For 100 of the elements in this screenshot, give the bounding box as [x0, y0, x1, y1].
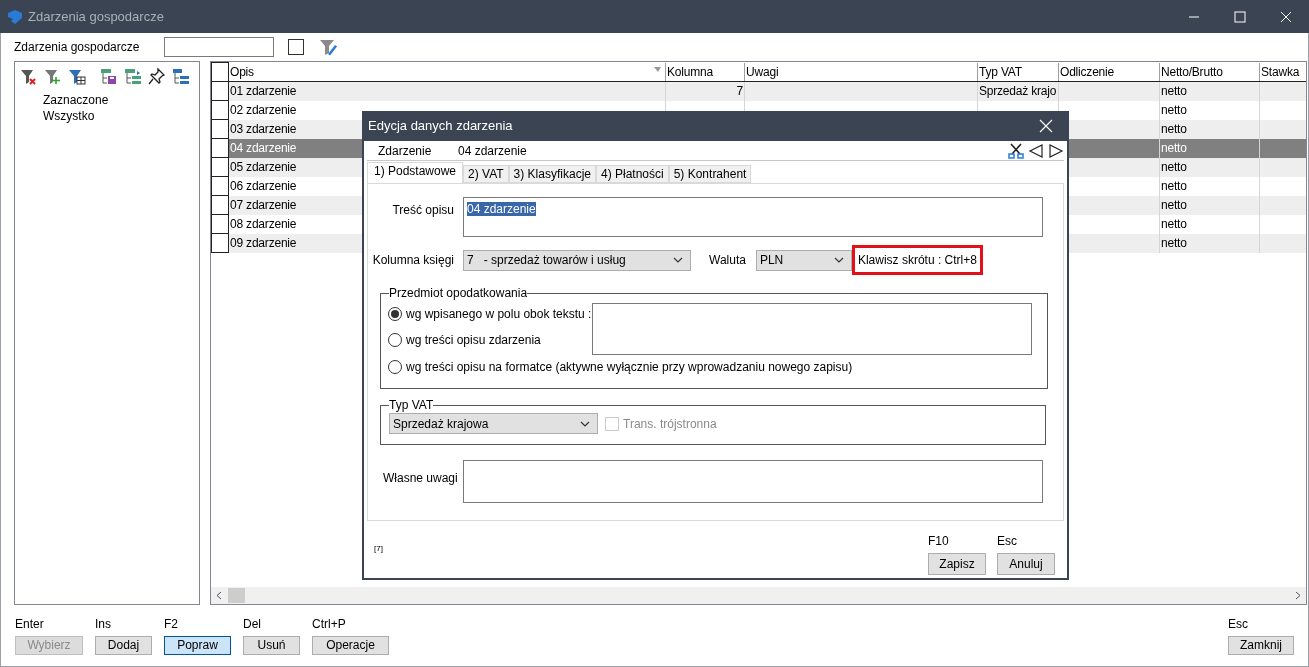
table-cell: 05 zdarzenie [230, 160, 297, 174]
filter-input[interactable] [164, 37, 274, 57]
table-cell: 08 zdarzenie [230, 217, 297, 231]
maximize-icon[interactable] [1234, 10, 1246, 23]
table-cell: 09 zdarzenie [230, 236, 297, 250]
column-header[interactable]: Odliczenie [1058, 62, 1160, 82]
table-row[interactable]: 01 zdarzenie 7 Sprzedaż krajo netto [211, 81, 1306, 101]
radio-label: wg wpisanego w polu obok tekstu : [406, 306, 592, 323]
table-cell: 01 zdarzenie [230, 84, 297, 99]
tree-swap-icon[interactable] [124, 68, 142, 85]
table-cell: netto [1161, 103, 1187, 117]
filter-remove-icon[interactable] [20, 68, 38, 85]
radio-label: wg treści opisu zdarzenia [406, 332, 541, 349]
previous-icon[interactable] [1028, 142, 1044, 159]
table-cell: netto [1161, 179, 1187, 193]
close-icon[interactable] [1280, 10, 1292, 23]
shortcut-key: Esc [997, 532, 1055, 550]
description-field[interactable]: 04 zdarzenie [463, 197, 1043, 237]
record-label: Zdarzenie [378, 142, 433, 160]
tab[interactable]: 2) VAT [463, 165, 509, 183]
filter-checkbox[interactable] [288, 39, 304, 55]
scissors-icon[interactable] [1008, 142, 1024, 159]
action-button[interactable]: Usuń [243, 636, 300, 655]
app-icon [6, 8, 24, 25]
checkbox-label: Trans. trójstronna [623, 415, 717, 433]
filter-edit-icon[interactable] [319, 38, 337, 56]
tab[interactable]: 1) Podstawowe [367, 162, 464, 183]
footer-marker: [7] [374, 543, 383, 555]
dialog-button[interactable]: Anuluj [997, 553, 1055, 575]
taxation-text-field[interactable] [592, 303, 1032, 355]
field-label: Własne uwagi [382, 470, 459, 487]
column-label: Uwagi [746, 64, 779, 79]
dialog-button[interactable]: Zapisz [928, 553, 986, 575]
table-cell: 02 zdarzenie [230, 103, 297, 117]
table-cell: netto [1161, 160, 1187, 174]
column-label: Kolumna [667, 64, 713, 79]
tree-save-icon[interactable] [100, 68, 118, 85]
column-header[interactable]: Opis [228, 62, 666, 82]
tab[interactable]: 3) Klasyfikacje [508, 165, 596, 183]
column-label: Stawka [1261, 64, 1300, 79]
shortcut-key: Ctrl+P [312, 615, 389, 633]
shortcut-key: Ins [95, 615, 152, 633]
radio-button[interactable] [388, 360, 402, 374]
column-header[interactable]: Stawka [1259, 62, 1306, 82]
table-cell: netto [1161, 84, 1187, 99]
filter-add-icon[interactable] [44, 68, 62, 85]
column-header[interactable]: Netto/Brutto [1159, 62, 1260, 82]
table-cell: netto [1161, 141, 1187, 155]
sort-icon[interactable] [654, 65, 661, 73]
notes-field[interactable] [463, 460, 1043, 503]
column-header[interactable]: Kolumna [665, 62, 745, 82]
action-button[interactable]: Operacje [312, 636, 389, 655]
group-legend: Typ VAT [389, 399, 434, 411]
table-cell: 7 [736, 84, 743, 99]
tree-list-icon[interactable] [172, 68, 190, 85]
dropdown-value: 7 - sprzedaż towarów i usług [467, 252, 626, 269]
shortcut-key: Esc [1228, 615, 1294, 633]
dropdown-value: Sprzedaż krajowa [393, 415, 489, 433]
action-button[interactable]: Dodaj [95, 636, 152, 655]
table-cell: netto [1161, 236, 1187, 250]
scrollbar-thumb[interactable] [228, 588, 245, 603]
field-label: Waluta [709, 252, 746, 269]
pin-icon[interactable] [148, 68, 166, 85]
column-label: Netto/Brutto [1161, 64, 1223, 79]
column-header[interactable]: Uwagi [744, 62, 978, 82]
table-cell: 07 zdarzenie [230, 198, 297, 212]
tree-item[interactable]: Wszystko [15, 108, 199, 124]
field-value: 04 zdarzenie [467, 202, 536, 216]
table-cell: 04 zdarzenie [230, 141, 297, 155]
book-column-dropdown[interactable]: 7 - sprzedaż towarów i usług [463, 249, 691, 271]
table-cell: Sprzedaż krajo [979, 84, 1057, 99]
field-label: Kolumna księgi [371, 252, 454, 269]
tree-item[interactable]: Zaznaczone [15, 92, 199, 108]
column-label: Opis [230, 64, 254, 79]
group-legend: Przedmiot opodatkowania [389, 287, 528, 299]
radio-button[interactable] [388, 307, 402, 321]
currency-dropdown[interactable]: PLN [755, 249, 852, 271]
action-button[interactable]: Popraw [164, 636, 231, 655]
close-icon[interactable] [1039, 119, 1053, 133]
column-label: Odliczenie [1060, 64, 1115, 79]
table-cell: netto [1161, 122, 1187, 136]
close-button[interactable]: Zamknij [1228, 636, 1294, 655]
tab[interactable]: 4) Płatności [596, 165, 669, 183]
dropdown-value: PLN [759, 252, 784, 269]
table-cell: netto [1161, 198, 1187, 212]
shortcut-key: Del [243, 615, 300, 633]
vat-type-dropdown[interactable]: Sprzedaż krajowa [389, 413, 598, 434]
shortcut-key: Enter [15, 615, 83, 633]
table-cell: netto [1161, 217, 1187, 231]
radio-label: wg treści opisu na formatce (aktywne wyłącznie przy wprowadzaniu nowego zapisu) [406, 359, 853, 376]
radio-button[interactable] [388, 333, 402, 347]
window-title: Zdarzenia gospodarcze [28, 7, 164, 26]
dialog-title: Edycja danych zdarzenia [368, 117, 513, 136]
filter-label: Zdarzenia gospodarcze [14, 39, 141, 56]
column-header[interactable]: Typ VAT [977, 62, 1059, 82]
filter-table-icon[interactable] [68, 68, 86, 85]
next-icon[interactable] [1048, 142, 1064, 159]
shortcut-hint: Klawisz skrótu : Ctrl+8 [851, 245, 983, 275]
tab[interactable]: 5) Kontrahent [668, 165, 752, 183]
column-label: Typ VAT [979, 64, 1022, 79]
